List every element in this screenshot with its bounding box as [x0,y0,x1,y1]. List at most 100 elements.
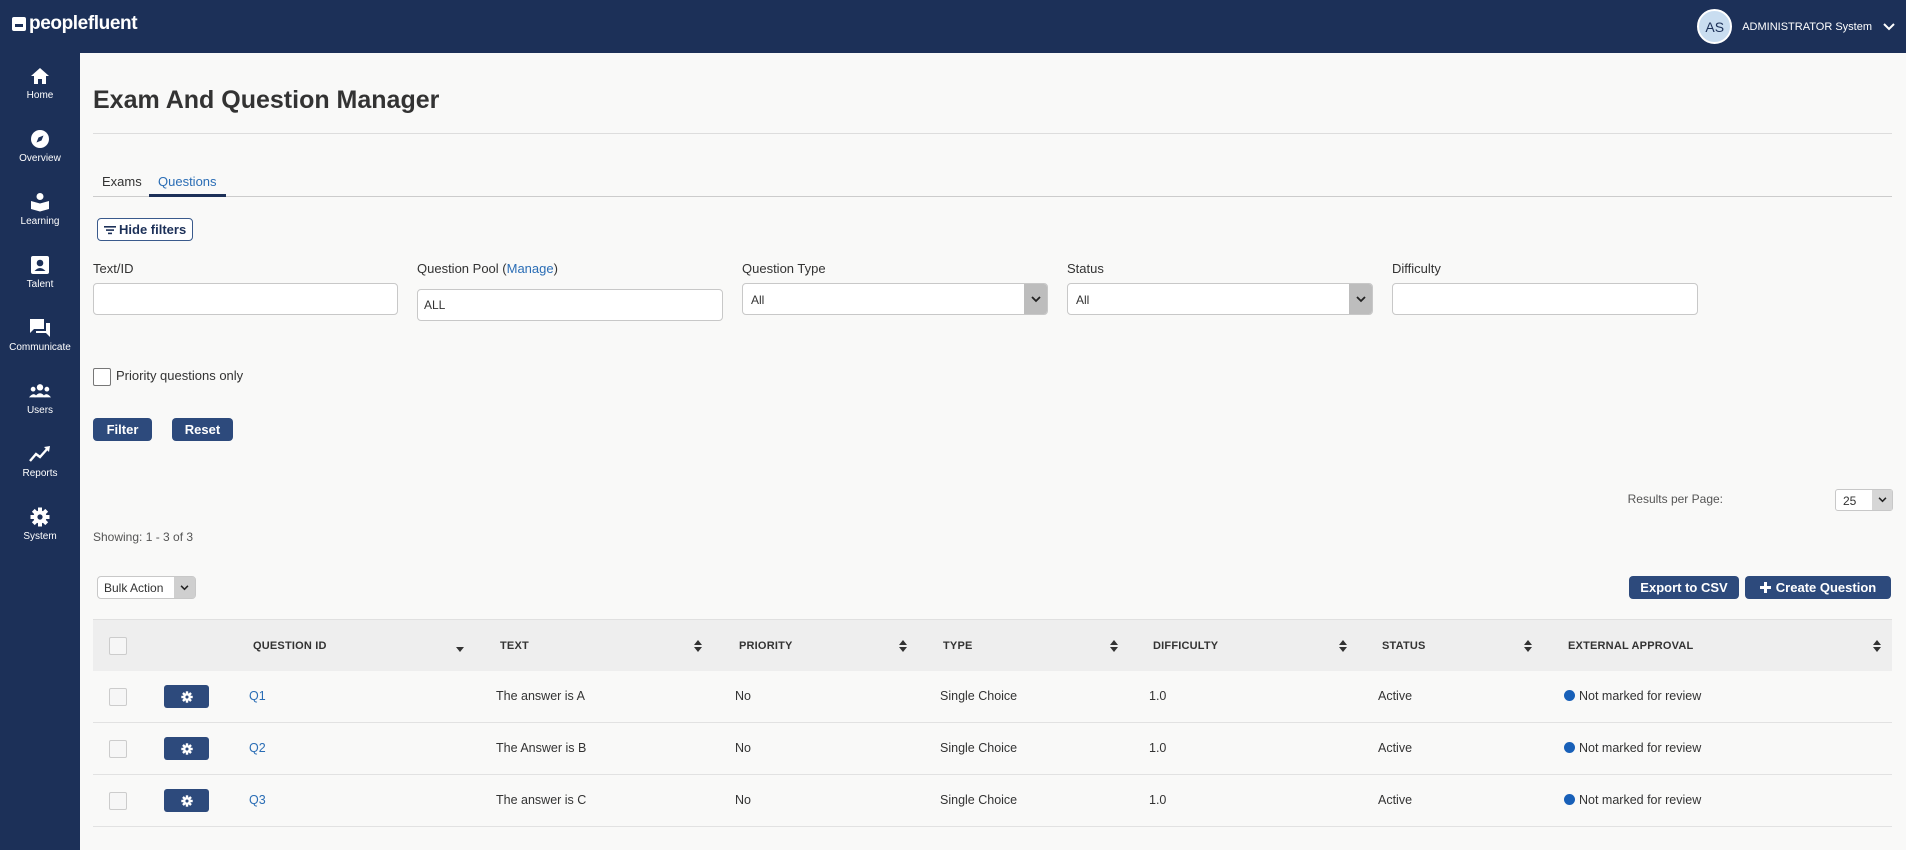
question-type-value: All [751,293,765,307]
question-type: Single Choice [940,689,1018,703]
user-menu[interactable]: AS ADMINISTRATOR System [1697,9,1896,44]
row-checkbox[interactable] [109,688,127,706]
sidebar-item-talent[interactable]: Talent [0,242,80,304]
avatar[interactable]: AS [1697,9,1733,44]
text-id-label: Text/ID [93,261,134,276]
manage-pool-link[interactable]: Manage [507,261,554,276]
question-status: Active [1378,689,1413,703]
sidebar-item-label: Talent [26,279,54,290]
row-actions-button[interactable] [164,685,209,708]
brand-name: peoplefluent [29,13,138,34]
question-priority: No [735,689,751,703]
gear-icon [180,690,193,703]
export-csv-button[interactable]: Export to CSV [1629,576,1739,599]
status-select[interactable]: All [1067,283,1373,315]
sidebar-item-system[interactable]: System [0,494,80,556]
tab-questions[interactable]: Questions [149,171,226,197]
sidebar-item-reports[interactable]: Reports [0,431,80,493]
reset-button[interactable]: Reset [172,418,233,441]
difficulty-input[interactable] [1392,283,1698,315]
bulk-action-select[interactable]: Bulk Action [97,576,196,599]
page-title: Exam And Question Manager [93,86,440,114]
column-header-status[interactable]: STATUS [1382,620,1426,672]
compass-icon [29,128,51,150]
results-count: Showing: 1 - 3 of 3 [93,530,194,544]
plus-icon [1759,582,1771,593]
talent-icon [29,254,51,276]
filter-icon [104,225,116,234]
filter-button[interactable]: Filter [93,418,152,441]
sort-icon[interactable] [693,639,703,653]
column-header-type[interactable]: TYPE [943,620,973,672]
question-text: The answer is A [496,689,585,703]
chevron-down-icon [1024,284,1047,314]
table-row: Q1 The answer is A No Single Choice 1.0 … [93,671,1892,723]
home-icon [29,65,51,87]
sort-icon[interactable] [898,639,908,653]
external-approval: Not marked for review [1564,689,1701,703]
column-header-priority[interactable]: PRIORITY [739,620,793,672]
column-header-question-id[interactable]: QUESTION ID [253,620,327,672]
hide-filters-button[interactable]: Hide filters [97,218,194,241]
text-id-input[interactable] [93,283,398,315]
logo-mark-icon [12,17,26,31]
sort-icon[interactable] [1523,639,1533,653]
results-per-page-value: 25 [1843,494,1857,508]
difficulty-label: Difficulty [1392,261,1441,276]
sort-icon[interactable] [1338,639,1348,653]
question-id-link[interactable]: Q1 [249,689,266,703]
question-type-select[interactable]: All [742,283,1048,315]
question-type: Single Choice [940,741,1018,755]
column-header-text[interactable]: TEXT [500,620,529,672]
chevron-down-icon [174,577,195,598]
priority-checkbox-label: Priority questions only [116,368,244,383]
column-header-external-approval[interactable]: EXTERNAL APPROVAL [1568,620,1693,672]
sort-desc-icon[interactable] [455,642,465,656]
sidebar-item-learning[interactable]: Learning [0,179,80,241]
top-header: peoplefluent AS ADMINISTRATOR System [0,0,1906,53]
column-header-difficulty[interactable]: DIFFICULTY [1153,620,1218,672]
brand-logo[interactable]: peoplefluent [12,13,138,35]
tab-bar: Exams Questions [93,171,1892,197]
results-per-page-select[interactable]: 25 [1835,489,1893,511]
sort-icon[interactable] [1109,639,1119,653]
sidebar-item-label: Overview [19,153,61,164]
priority-checkbox[interactable] [93,368,111,386]
select-all-checkbox[interactable] [109,637,127,655]
learning-icon [29,191,51,213]
create-question-label: Create Question [1775,580,1877,595]
results-per-page-label: Results per Page: [1627,492,1723,506]
tab-exams[interactable]: Exams [93,171,151,197]
table-row: Q3 The answer is C No Single Choice 1.0 … [93,775,1892,827]
row-actions-button[interactable] [164,737,209,760]
bulk-action-value: Bulk Action [104,581,164,595]
table-header: QUESTION ID TEXT PRIORITY TYPE DIFFICULT… [93,619,1892,671]
sidebar-item-home[interactable]: Home [0,53,80,115]
external-approval: Not marked for review [1564,741,1701,755]
create-question-button[interactable]: Create Question [1745,576,1891,599]
sidebar-item-overview[interactable]: Overview [0,116,80,178]
chevron-down-icon[interactable] [1882,20,1896,34]
row-checkbox[interactable] [109,792,127,810]
question-difficulty: 1.0 [1149,793,1167,807]
question-type: Single Choice [940,793,1018,807]
reports-icon [29,443,51,465]
sort-icon[interactable] [1872,639,1882,653]
question-priority: No [735,741,751,755]
row-actions-button[interactable] [164,789,209,812]
row-checkbox[interactable] [109,740,127,758]
sidebar-item-users[interactable]: Users [0,368,80,430]
hide-filters-label: Hide filters [119,222,187,237]
chat-icon [29,317,51,339]
sidebar-item-label: Reports [22,468,58,479]
question-difficulty: 1.0 [1149,741,1167,755]
gear-icon [180,742,193,755]
sidebar-nav: Home Overview Learning Talent Communicat… [0,53,80,850]
status-value: All [1076,293,1090,307]
question-pool-input[interactable]: ALL [417,289,723,321]
chevron-down-icon [1349,284,1372,314]
question-text: The Answer is B [496,741,587,755]
question-id-link[interactable]: Q3 [249,793,266,807]
sidebar-item-communicate[interactable]: Communicate [0,305,80,367]
question-id-link[interactable]: Q2 [249,741,266,755]
